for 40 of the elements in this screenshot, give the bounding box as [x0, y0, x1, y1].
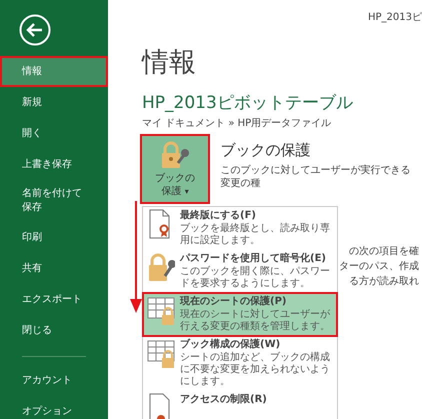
menu-item[interactable]: ブック構成の保護(W) シートの追加など、ブックの構成に不要な変更を加えられないようにします。	[143, 336, 337, 391]
sidebar-item[interactable]: 共有	[0, 253, 108, 284]
menu-item-description: ブックを最終版とし、読み取り専用に設定します。	[180, 223, 331, 247]
sidebar-item[interactable]: 閉じる	[0, 315, 108, 346]
section-heading: ブックの保護	[220, 141, 312, 160]
protect-workbook-button[interactable]: ブックの保護 ▾	[142, 136, 208, 202]
sidebar-item[interactable]: オプション	[0, 396, 108, 419]
back-icon[interactable]	[19, 14, 51, 46]
menu-item-description: シートの追加など、ブックの構成に不要な変更を加えられないようにします。	[180, 352, 331, 388]
sidebar-item[interactable]: 印刷	[0, 222, 108, 253]
window-title: HP_2013ピ	[368, 11, 422, 24]
menu-item[interactable]: アクセスの制限(R)	[143, 391, 337, 419]
menu-item-title: 最終版にする(F)	[180, 209, 257, 222]
menu-item[interactable]: 現在のシートの保護(P) 現在のシートに対してユーザーが行える変更の種類を管理します。	[143, 293, 337, 336]
menu-item-description: このブックを開く際に、パスワードを要求するようにします。	[180, 266, 331, 290]
menu-item-title: アクセスの制限(R)	[180, 393, 267, 406]
lock-key-icon	[147, 252, 175, 282]
grid-lock-icon	[147, 295, 175, 325]
description-text: ターのパス、作成	[339, 260, 419, 274]
sidebar-item[interactable]: 上書き保存	[0, 149, 108, 180]
grid-lock-icon	[147, 338, 175, 368]
sidebar-item[interactable]: アカウント	[0, 365, 108, 396]
menu-item-description: 現在のシートに対してユーザーが行える変更の種類を管理します。	[180, 309, 331, 333]
menu-item-title: ブック構成の保護(W)	[180, 338, 282, 351]
description-text: る方が読み取れ	[349, 274, 419, 289]
menu-item[interactable]: パスワードを使用して暗号化(E) このブックを開く際に、パスワードを要求するようにします。	[143, 250, 337, 293]
sidebar-item[interactable]: 新規	[0, 87, 108, 118]
file-path: マイ ドキュメント » HP用データファイル	[142, 117, 332, 130]
sidebar-item[interactable]: 情報	[0, 56, 108, 87]
menu-item-title: 現在のシートの保護(P)	[180, 295, 288, 308]
description-text: の次の項目を確	[349, 245, 419, 259]
lock-key-icon	[160, 140, 190, 168]
menu-item-title: パスワードを使用して暗号化(E)	[180, 252, 327, 265]
sidebar-item[interactable]: 名前を付けて保存	[0, 180, 108, 222]
menu-item[interactable]: 最終版にする(F) ブックを最終版とし、読み取り専用に設定します。	[143, 207, 337, 250]
section-description: このブックに対してユーザーが実行できる変更の種	[220, 164, 412, 190]
file-name: HP_2013ピボットテーブル	[142, 92, 354, 114]
page-title: 情報	[142, 46, 197, 80]
sidebar-item[interactable]: 開く	[0, 118, 108, 149]
sidebar-item[interactable]: エクスポート	[0, 284, 108, 315]
